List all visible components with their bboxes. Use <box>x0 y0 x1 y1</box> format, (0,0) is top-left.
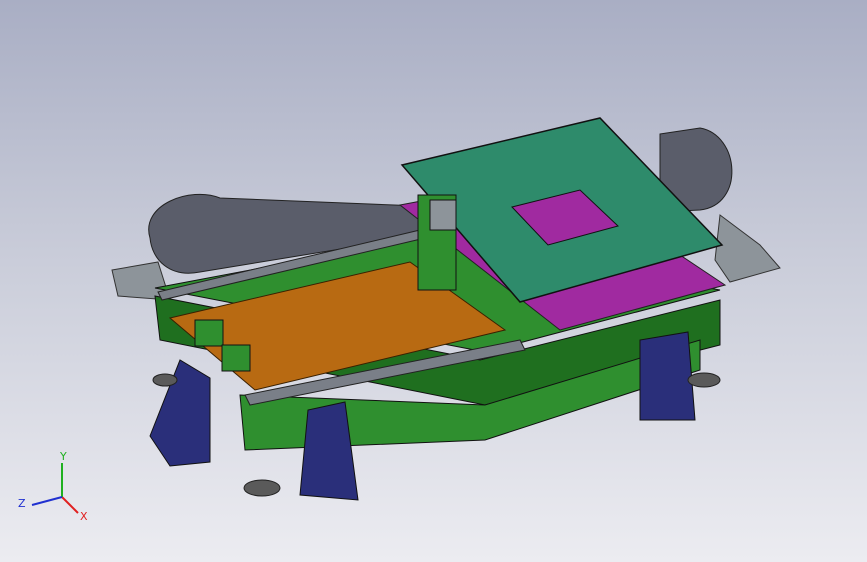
z-axis-label: Z <box>18 497 26 510</box>
x-axis-arrow <box>61 496 79 514</box>
x-axis-label: X <box>80 510 88 523</box>
y-axis-label: Y <box>59 450 67 463</box>
orientation-triad: X Y Z <box>18 450 88 523</box>
z-axis-arrow <box>31 496 63 506</box>
cad-viewport[interactable]: X Y Z <box>0 0 867 562</box>
